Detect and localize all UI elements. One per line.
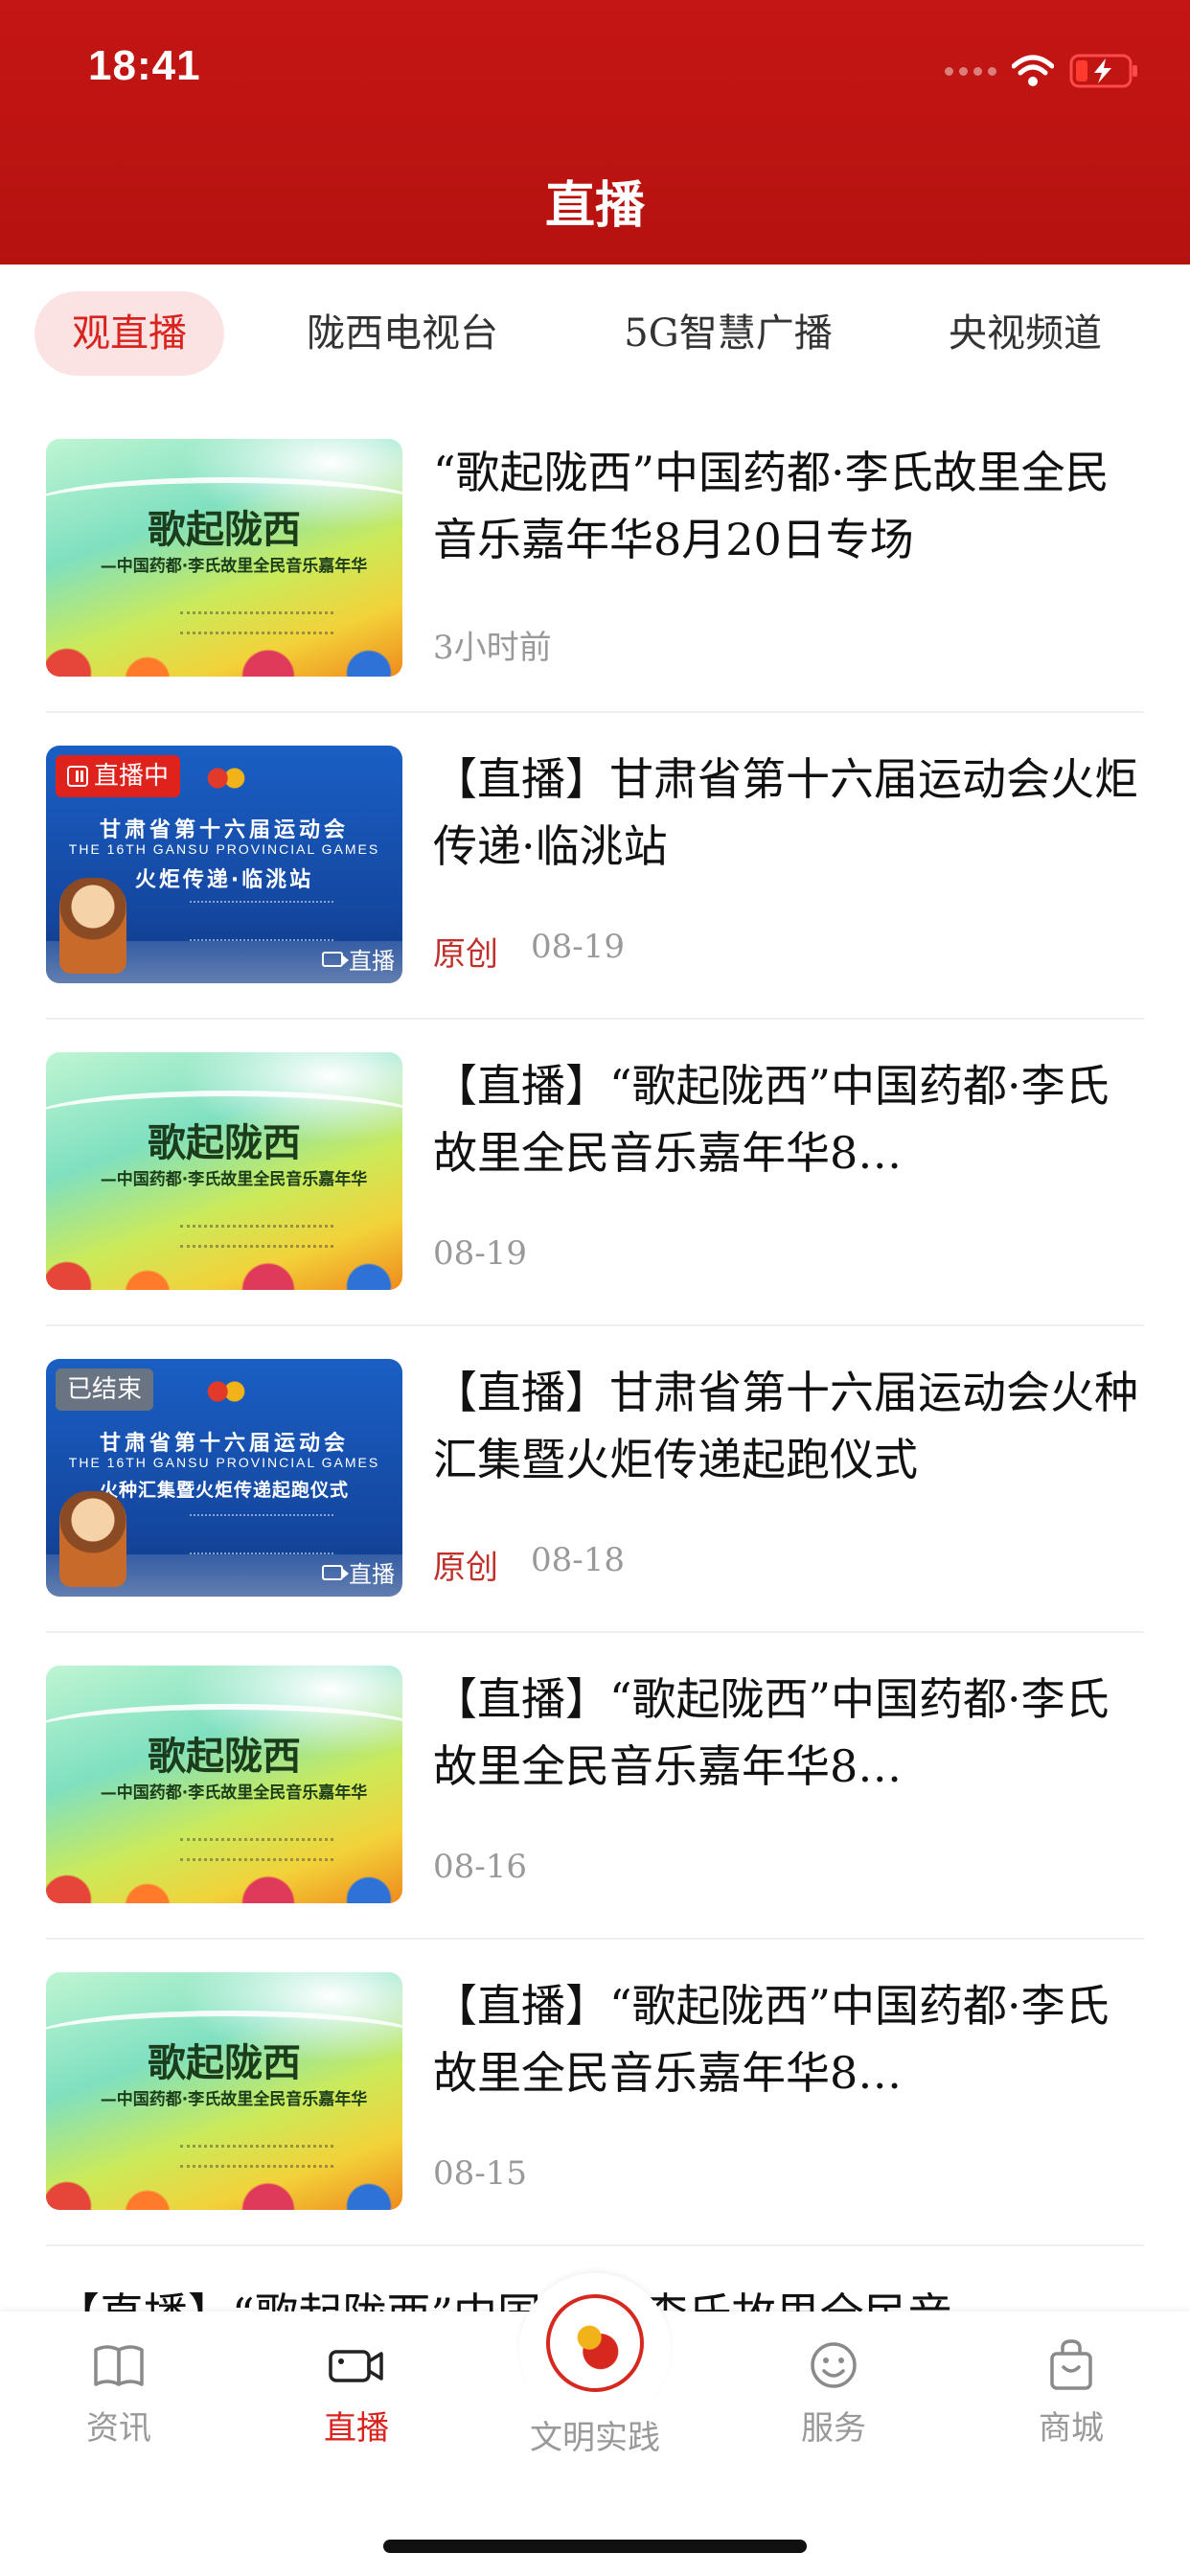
list-item[interactable]: 歌起陇西 —中国药都·李氏故里全民音乐嘉年华 【直播】“歌起陇西”中国药都·李氏… (46, 1633, 1144, 1940)
wifi-icon (1012, 55, 1054, 87)
live-icon (67, 766, 88, 787)
thumb-main-title: 歌起陇西 (148, 1735, 301, 1779)
thumb-line1: 甘肃省第十六届运动会 (99, 1432, 349, 1456)
nav-label: 服务 (801, 2409, 866, 2448)
status-time: 18:41 (88, 42, 201, 89)
tab-longxi-tv[interactable]: 陇西电视台 (278, 291, 527, 376)
thumb-line2: THE 16TH GANSU PROVINCIAL GAMES (68, 1455, 380, 1470)
thumb-main-title: 歌起陇西 (148, 2041, 301, 2085)
list-item[interactable]: 甘肃省第十六届运动会 THE 16TH GANSU PROVINCIAL GAM… (46, 713, 1144, 1020)
nav-service[interactable]: 服务 (757, 2336, 910, 2449)
shopping-bag-icon (995, 2336, 1148, 2394)
item-thumbnail: 歌起陇西 —中国药都·李氏故里全民音乐嘉年华 (46, 1972, 402, 2210)
item-title: “歌起陇西”中国药都·李氏故里全民音乐嘉年华8月20日专场 (433, 447, 1110, 565)
item-time: 08-16 (433, 1848, 528, 1886)
item-thumbnail: 歌起陇西 —中国药都·李氏故里全民音乐嘉年华 (46, 1666, 402, 1903)
item-meta: 08-19 (433, 1234, 527, 1273)
item-time: 08-18 (531, 1541, 626, 1579)
mascot-icon (59, 878, 126, 974)
thumb-line1: 甘肃省第十六届运动会 (99, 818, 349, 842)
nav-label: 直播 (324, 2409, 389, 2448)
thumb-sub-title: —中国药都·李氏故里全民音乐嘉年华 (100, 1783, 368, 1803)
item-time: 08-19 (531, 928, 626, 966)
list-item[interactable]: 歌起陇西 —中国药都·李氏故里全民音乐嘉年华 “歌起陇西”中国药都·李氏故里全民… (46, 406, 1144, 713)
origin-tag: 原创 (433, 1549, 498, 1587)
top-header: 18:41 直播 (0, 0, 1190, 264)
thumb-main-title: 歌起陇西 (148, 508, 301, 552)
item-meta: 原创 08-18 (433, 1541, 625, 1588)
item-thumbnail: 歌起陇西 —中国药都·李氏故里全民音乐嘉年华 (46, 439, 402, 677)
thumb-line2: THE 16TH GANSU PROVINCIAL GAMES (68, 841, 380, 857)
nav-label: 资讯 (86, 2409, 151, 2448)
item-meta: 3小时前 (433, 621, 552, 668)
item-time: 08-19 (433, 1234, 528, 1273)
item-title: 【直播】“歌起陇西”中国药都·李氏故里全民音乐嘉年华8… (433, 1673, 1110, 1792)
tab-cctv-channels[interactable]: 央视频道 (920, 291, 1131, 376)
item-meta: 原创 08-19 (433, 928, 625, 975)
nav-live[interactable]: 直播 (280, 2336, 433, 2449)
status-indicators (945, 50, 1140, 92)
ended-badge: 已结束 (56, 1368, 154, 1411)
live-corner-tag: 直播 (322, 1555, 395, 1589)
list-item[interactable]: 歌起陇西 —中国药都·李氏故里全民音乐嘉年华 【直播】“歌起陇西”中国药都·李氏… (46, 1940, 1144, 2246)
item-meta: 08-16 (433, 1848, 527, 1886)
cellular-signal-icon (945, 66, 996, 76)
item-title: 【直播】“歌起陇西”中国药都·李氏故里全民音乐嘉年华8… (433, 1980, 1110, 2099)
nav-label-civilization[interactable]: 文明实践 (479, 2411, 711, 2458)
thumb-sub-title: —中国药都·李氏故里全民音乐嘉年华 (100, 2090, 368, 2109)
live-corner-tag: 直播 (322, 942, 395, 976)
thumb-sub-title: —中国药都·李氏故里全民音乐嘉年华 (100, 557, 368, 576)
tab-watch-live[interactable]: 观直播 (34, 291, 224, 376)
bottom-nav: 资讯 直播 文明实践 服务 商城 (0, 2273, 1190, 2576)
thumb-main-title: 歌起陇西 (148, 1121, 301, 1165)
book-icon (42, 2336, 195, 2394)
item-thumbnail: 甘肃省第十六届运动会 THE 16TH GANSU PROVINCIAL GAM… (46, 746, 402, 983)
nav-news[interactable]: 资讯 (42, 2336, 195, 2449)
item-title: 【直播】“歌起陇西”中国药都·李氏故里全民音乐嘉年华8… (433, 1060, 1110, 1179)
live-badge: 直播中 (56, 755, 181, 797)
video-camera-icon (322, 951, 349, 967)
list-item[interactable]: 甘肃省第十六届运动会 THE 16TH GANSU PROVINCIAL GAM… (46, 1326, 1144, 1633)
battery-charging-icon (1069, 54, 1140, 88)
origin-tag: 原创 (433, 935, 498, 974)
item-time: 3小时前 (433, 629, 552, 667)
item-title: 【直播】甘肃省第十六届运动会火种汇集暨火炬传递起跑仪式 (433, 1367, 1138, 1485)
nav-mall[interactable]: 商城 (995, 2336, 1148, 2449)
civilization-logo-icon[interactable] (546, 2294, 644, 2392)
list-item[interactable]: 歌起陇西 —中国药都·李氏故里全民音乐嘉年华 【直播】“歌起陇西”中国药都·李氏… (46, 1020, 1144, 1326)
item-title: 【直播】甘肃省第十六届运动会火炬传递·临洮站 (433, 753, 1138, 872)
video-camera-icon (322, 1564, 349, 1580)
thumb-sub-title: —中国药都·李氏故里全民音乐嘉年华 (100, 1170, 368, 1189)
item-thumbnail: 歌起陇西 —中国药都·李氏故里全民音乐嘉年华 (46, 1052, 402, 1290)
item-thumbnail: 甘肃省第十六届运动会 THE 16TH GANSU PROVINCIAL GAM… (46, 1359, 402, 1597)
channel-tabs: 观直播 陇西电视台 5G智慧广播 央视频道 (0, 264, 1190, 406)
video-camera-icon (280, 2336, 433, 2394)
item-meta: 08-15 (433, 2154, 527, 2193)
mascot-icon (59, 1491, 126, 1587)
smiley-icon (757, 2336, 910, 2394)
item-time: 08-15 (433, 2154, 528, 2193)
tab-5g-radio[interactable]: 5G智慧广播 (594, 291, 862, 376)
home-indicator[interactable] (383, 2540, 807, 2553)
nav-label: 商城 (1039, 2409, 1104, 2448)
page-title: 直播 (544, 177, 645, 235)
